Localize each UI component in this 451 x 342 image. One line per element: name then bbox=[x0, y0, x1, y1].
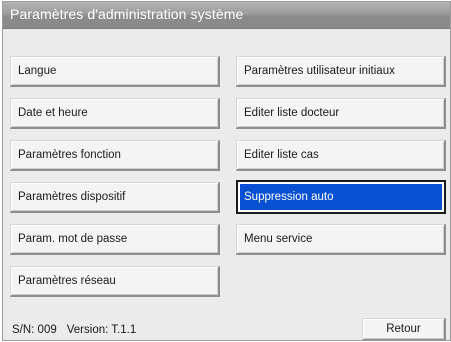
button-langue[interactable]: Langue bbox=[10, 56, 220, 87]
serial-number: S/N: 009 bbox=[12, 324, 57, 336]
button-parametres-fonction[interactable]: Paramètres fonction bbox=[10, 140, 220, 171]
button-suppression-auto[interactable]: Suppression auto bbox=[236, 180, 446, 214]
retour-button[interactable]: Retour bbox=[362, 318, 446, 340]
button-editer-liste-cas[interactable]: Editer liste cas bbox=[236, 140, 446, 171]
button-menu-service[interactable]: Menu service bbox=[236, 224, 446, 255]
button-parametres-reseau[interactable]: Paramètres réseau bbox=[10, 266, 220, 297]
window-title: Paramètres d'administration système bbox=[10, 6, 244, 22]
title-bar: Paramètres d'administration système bbox=[3, 2, 450, 29]
button-param-mot-de-passe[interactable]: Param. mot de passe bbox=[10, 224, 220, 255]
button-date-et-heure[interactable]: Date et heure bbox=[10, 98, 220, 129]
button-parametres-dispositif[interactable]: Paramètres dispositif bbox=[10, 182, 220, 213]
button-editer-liste-docteur[interactable]: Editer liste docteur bbox=[236, 98, 446, 129]
button-parametres-utilisateur-initiaux[interactable]: Paramètres utilisateur initiaux bbox=[236, 56, 446, 87]
system-admin-settings-window: Paramètres d'administration système Lang… bbox=[2, 1, 451, 341]
device-info: S/N: 009 Version: T.1.1 bbox=[12, 324, 136, 336]
version-label: Version: T.1.1 bbox=[66, 324, 137, 336]
